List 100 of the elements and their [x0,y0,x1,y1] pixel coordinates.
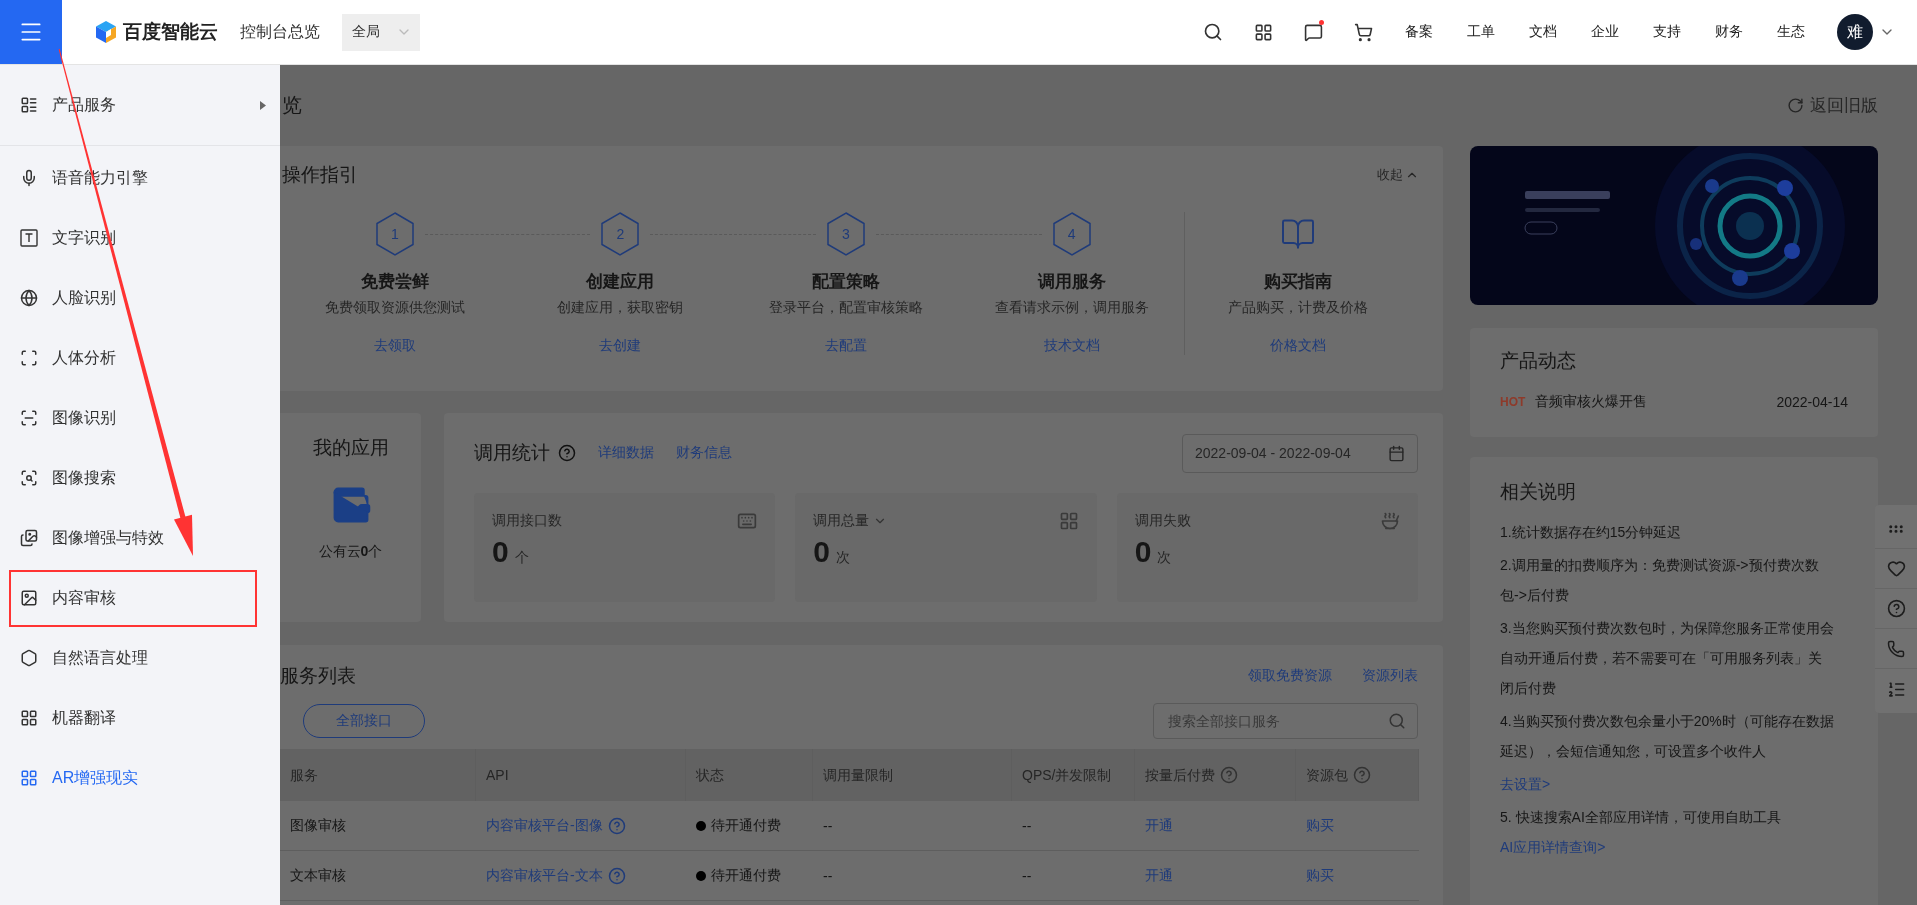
table-cell: -- [1022,867,1032,884]
help-icon[interactable] [607,816,626,835]
sidebar-item[interactable]: 人脸识别 [0,268,280,328]
image-icon [20,589,38,607]
sidebar-item[interactable]: 人体分析 [0,328,280,388]
help-icon[interactable] [1353,766,1371,784]
cart-icon [1353,22,1373,42]
stat-unit: 次 [1157,549,1172,567]
table-cell: -- [823,817,833,834]
sidebar-item[interactable]: 自然语言处理 [0,628,280,688]
phone-icon [1887,639,1905,658]
page-title: 览 [282,93,302,118]
nav-link[interactable]: 支持 [1636,23,1698,41]
step-number: 3 [842,226,850,242]
nav-link[interactable]: 财务 [1698,23,1760,41]
stat-value: 0 [492,535,509,569]
scan-line-icon [20,409,38,427]
sidebar-item[interactable]: 内容审核 [0,568,280,628]
console-title[interactable]: 控制台总览 [240,21,320,43]
card-title: 调用统计 [474,441,550,465]
column-header: 状态 [686,749,813,801]
step-title: 创建应用 [586,271,655,293]
help-icon[interactable] [1220,766,1238,784]
caret-icon [260,100,266,110]
avatar[interactable]: 难 [1837,14,1873,50]
news-date: 2022-04-14 [1776,394,1848,410]
help-icon [1886,599,1906,618]
hexagon-icon [374,212,415,256]
hexagon-icon [1051,212,1092,256]
stat-value: 0 [1134,535,1152,569]
table-cell: 图像审核 [290,816,346,835]
refresh-icon [1787,97,1804,114]
step-description: 免费领取资源供您测试 [324,299,465,317]
status-dot [696,870,706,881]
card-title: 操作指引 [282,163,358,187]
message-icon [1303,22,1323,42]
column-header: 服务 [280,749,476,801]
nav-link[interactable]: 文档 [1512,23,1574,41]
heart-icon [1886,559,1906,578]
step-title: 免费尝鲜 [360,271,429,293]
note-text: 3.当您购买预付费次数包时，为保障您服务正常使用会自动开通后付费，若不需要可在「可用服务列表」关闭后付费 [1500,619,1834,698]
stat-unit: 次 [836,549,850,567]
stat-label: 调用失败 [1134,512,1191,530]
grid-icon [20,709,38,727]
sidebar-item[interactable]: AR增强现实 [0,748,280,808]
nav-link[interactable]: 备案 [1388,23,1450,41]
table-cell: -- [823,867,833,884]
grid-icon [20,769,38,787]
stat-value: 0 [813,535,830,569]
calendar-icon [1388,444,1405,462]
sidebar-item[interactable]: 图像增强与特效 [0,508,280,568]
step-title: 配置策略 [812,271,880,293]
step-number: 1 [390,226,399,242]
logo-text: 百度智能云 [123,20,218,44]
note-text: 1.统计数据存在约15分钟延迟 [1500,523,1683,542]
card-title: 产品动态 [1500,349,1577,373]
images-icon [20,529,38,547]
status-text: 待开通付费 [711,816,781,835]
sidebar-item[interactable]: 图像识别 [0,388,280,448]
step-title: 调用服务 [1037,271,1106,293]
sidebar-item[interactable]: 机器翻译 [0,688,280,748]
nav-link[interactable]: 企业 [1574,23,1636,41]
step-description: 产品购买，计费及价格 [1228,299,1369,317]
menu-button[interactable] [0,0,62,64]
text-box-icon [20,229,38,247]
list-icon [20,96,38,114]
region-select[interactable]: 全局 [342,13,420,51]
grid-icon [1253,22,1273,42]
hexagon-icon [20,649,38,667]
hexagon-icon [826,212,866,256]
card-title: 我的应用 [312,436,389,460]
step-number: 2 [616,226,625,242]
card-title: 相关说明 [1500,481,1576,502]
list-icon [1886,679,1906,699]
card-title: 服务列表 [280,664,356,688]
scan-search-icon [20,469,38,487]
nav-link[interactable]: 工单 [1450,23,1512,41]
news-link[interactable]: 音频审核火爆开售 [1535,393,1648,411]
note-text: 5. 快速搜索AI全部应用详情，可使用自助工具 AI应用详情查询> [1500,808,1782,857]
keyboard-icon [737,511,758,531]
help-icon[interactable] [607,866,626,885]
hot-tag: HOT [1500,395,1526,409]
table-cell: -- [1022,817,1032,834]
stat-label: 调用总量 [813,512,870,530]
scan-icon [20,349,38,367]
step-title: 购买指南 [1264,271,1333,293]
column-header: 资源包 [1296,749,1419,801]
stat-unit: 个 [514,549,529,567]
step-description: 登录平台，配置审核策略 [769,299,923,317]
status-dot [696,820,706,831]
step-description: 创建应用，获取密钥 [557,299,684,317]
note-text: 4.当购买预付费次数包余量小于20%时（可能存在数据延迟），会短信通知您，可设置多个收件人 [1500,712,1834,761]
date-range-field[interactable]: 2022-09-04 - 2022-09-04 [1182,433,1418,473]
nav-link[interactable]: 生态 [1760,23,1822,41]
return-link[interactable]: 返回旧版 [1787,94,1878,117]
note-text: 2.调用量的扣费顺序为：免费测试资源->预付费次数包->后付费 [1500,556,1820,605]
help-icon[interactable] [558,444,576,462]
sidebar-item[interactable]: 图像搜索 [0,448,280,508]
collapse-link[interactable]: 收起 [1377,166,1419,184]
hexagon-icon [600,212,641,256]
